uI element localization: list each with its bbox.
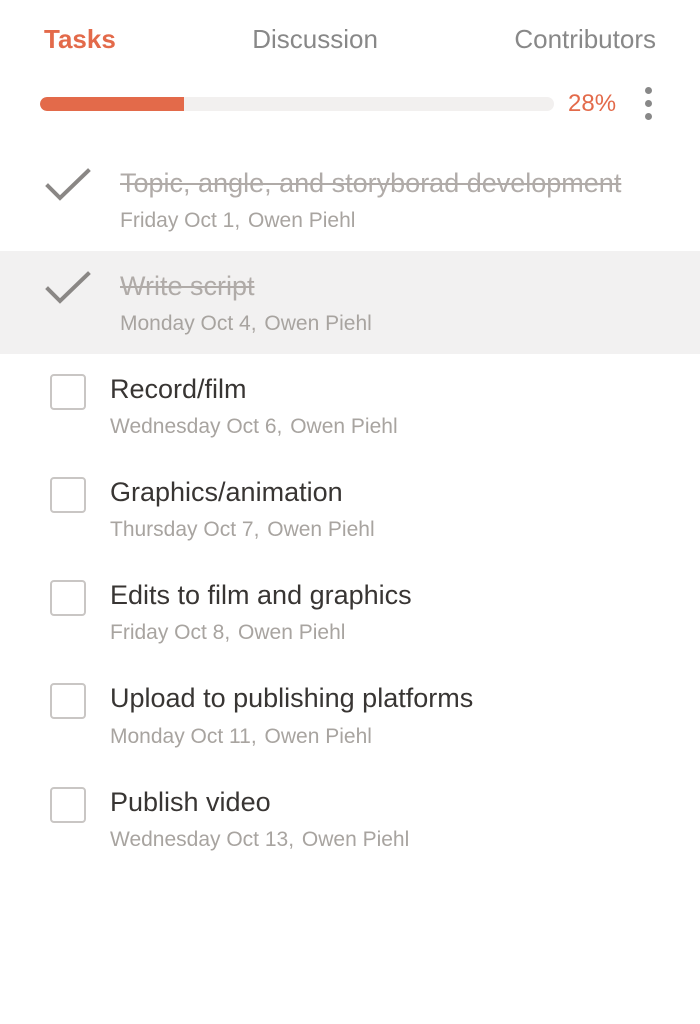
task-meta: Friday Oct 1, Owen Piehl <box>120 209 670 233</box>
task-assignee: Owen Piehl <box>264 312 371 335</box>
task-body: Graphics/animation Thursday Oct 7, Owen P… <box>110 475 670 542</box>
task-checkbox[interactable] <box>50 580 86 616</box>
task-date: Monday Oct 11 <box>110 725 251 748</box>
task-checkmark[interactable] <box>40 168 96 202</box>
task-meta: Wednesday Oct 6, Owen Piehl <box>110 415 670 439</box>
checkmark-icon <box>45 271 91 305</box>
task-title: Topic, angle, and storyborad development <box>120 166 670 201</box>
task-checkbox[interactable] <box>50 683 86 719</box>
task-date: Wednesday Oct 13 <box>110 828 288 851</box>
task-date: Thursday Oct 7 <box>110 518 254 541</box>
task-title: Record/film <box>110 372 670 407</box>
task-assignee: Owen Piehl <box>302 828 409 851</box>
dots-vertical-icon <box>645 87 652 94</box>
task-assignee: Owen Piehl <box>265 725 372 748</box>
task-body: Record/film Wednesday Oct 6, Owen Piehl <box>110 372 670 439</box>
task-body: Upload to publishing platforms Monday Oct… <box>110 681 670 748</box>
task-meta: Friday Oct 8, Owen Piehl <box>110 621 670 645</box>
tab-discussion[interactable]: Discussion <box>252 24 378 55</box>
task-item[interactable]: Write script Monday Oct 4, Owen Piehl <box>0 251 700 354</box>
task-assignee: Owen Piehl <box>248 209 355 232</box>
task-assignee: Owen Piehl <box>267 518 374 541</box>
task-meta: Monday Oct 11, Owen Piehl <box>110 725 670 749</box>
task-body: Topic, angle, and storyborad development… <box>120 166 670 233</box>
task-item[interactable]: Edits to film and graphics Friday Oct 8, … <box>0 560 700 663</box>
task-checkbox[interactable] <box>50 374 86 410</box>
task-date: Friday Oct 8 <box>110 621 224 644</box>
task-date: Wednesday Oct 6 <box>110 415 277 438</box>
task-title: Write script <box>120 269 670 304</box>
task-body: Publish video Wednesday Oct 13, Owen Pieh… <box>110 785 670 852</box>
progress-row: 28% <box>0 75 700 148</box>
progress-bar <box>40 97 554 111</box>
task-meta: Thursday Oct 7, Owen Piehl <box>110 518 670 542</box>
task-title: Edits to film and graphics <box>110 578 670 613</box>
task-body: Write script Monday Oct 4, Owen Piehl <box>120 269 670 336</box>
task-title: Publish video <box>110 785 670 820</box>
task-meta: Wednesday Oct 13, Owen Piehl <box>110 828 670 852</box>
tab-contributors[interactable]: Contributors <box>514 24 656 55</box>
progress-fill <box>40 97 184 111</box>
task-item[interactable]: Publish video Wednesday Oct 13, Owen Pieh… <box>0 767 700 870</box>
task-body: Edits to film and graphics Friday Oct 8, … <box>110 578 670 645</box>
task-date: Monday Oct 4 <box>120 312 251 335</box>
task-list: Topic, angle, and storyborad development… <box>0 148 700 870</box>
task-date: Friday Oct 1 <box>120 209 234 232</box>
task-title: Graphics/animation <box>110 475 670 510</box>
more-options-button[interactable] <box>636 83 660 124</box>
tab-bar: Tasks Discussion Contributors <box>0 0 700 75</box>
progress-percent: 28% <box>568 90 622 118</box>
task-item[interactable]: Upload to publishing platforms Monday Oct… <box>0 663 700 766</box>
task-checkbox[interactable] <box>50 477 86 513</box>
task-checkbox[interactable] <box>50 787 86 823</box>
task-title: Upload to publishing platforms <box>110 681 670 716</box>
task-assignee: Owen Piehl <box>290 415 397 438</box>
tab-tasks[interactable]: Tasks <box>44 24 116 55</box>
task-item[interactable]: Graphics/animation Thursday Oct 7, Owen P… <box>0 457 700 560</box>
checkmark-icon <box>45 168 91 202</box>
task-item[interactable]: Record/film Wednesday Oct 6, Owen Piehl <box>0 354 700 457</box>
task-assignee: Owen Piehl <box>238 621 345 644</box>
task-meta: Monday Oct 4, Owen Piehl <box>120 312 670 336</box>
task-checkmark[interactable] <box>40 271 96 305</box>
task-item[interactable]: Topic, angle, and storyborad development… <box>0 148 700 251</box>
